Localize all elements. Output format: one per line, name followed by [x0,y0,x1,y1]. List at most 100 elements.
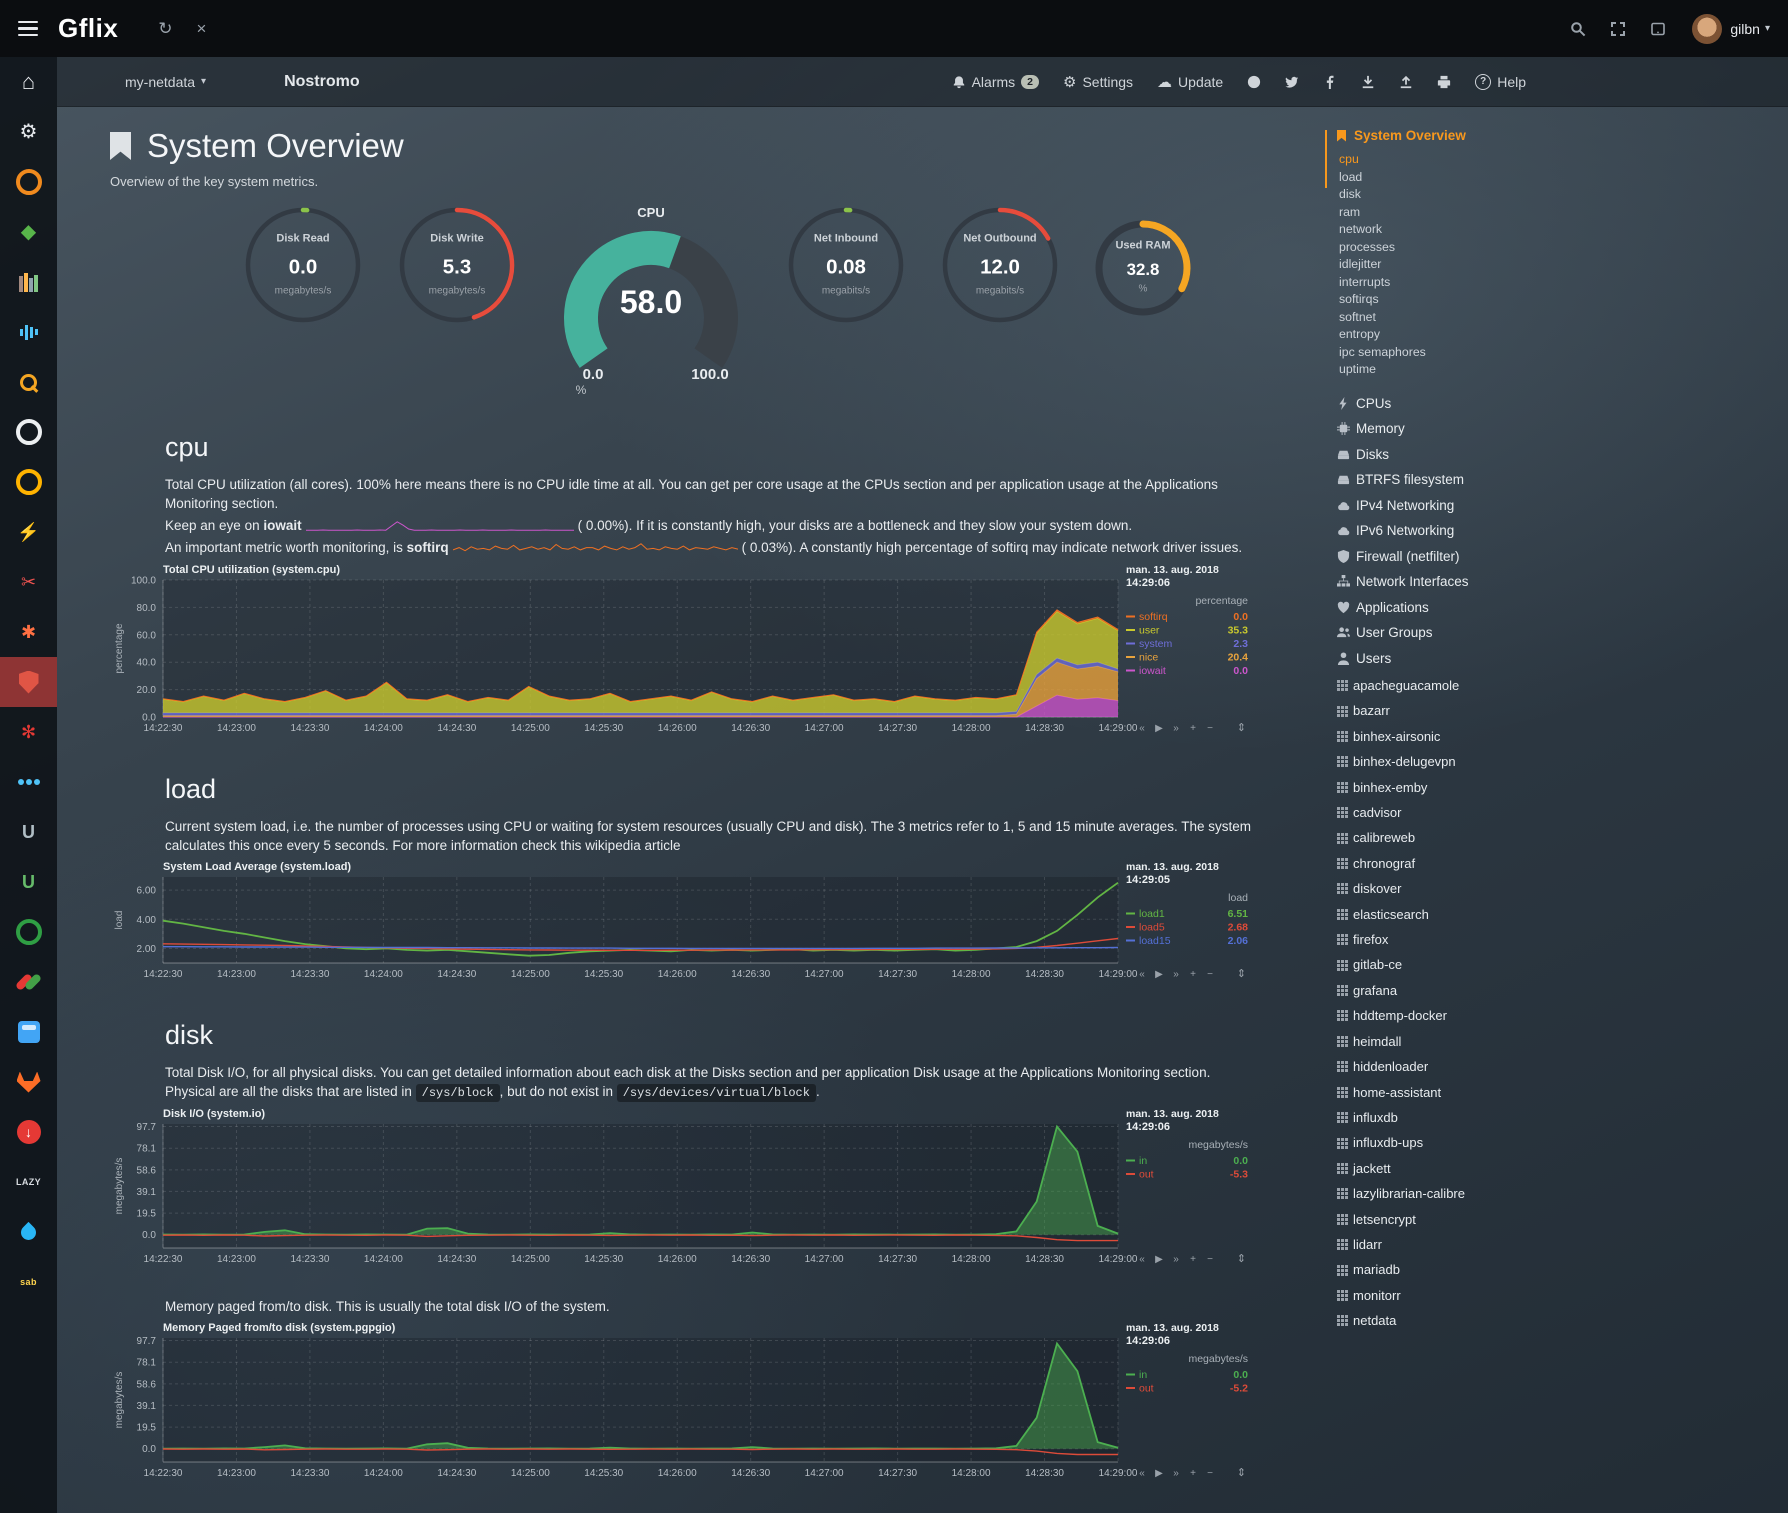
settings-gear-icon[interactable]: ⚙ [0,107,57,157]
toc-subitem-softnet[interactable]: softnet [1339,309,1765,327]
toc-app-jackett[interactable]: jackett [1325,1156,1765,1181]
toc-app-lazylibrarian-calibre[interactable]: lazylibrarian-calibre [1325,1181,1765,1206]
toc-app-calibreweb[interactable]: calibreweb [1325,825,1765,850]
toc-subitem-interrupts[interactable]: interrupts [1339,274,1765,292]
close-icon[interactable]: × [197,19,207,39]
devices-icon[interactable] [1650,21,1666,37]
cpu-utilization-chart[interactable]: 14:22:3014:23:0014:23:3014:24:0014:24:30… [110,564,1325,750]
toc-app-hddtemp-docker[interactable]: hddtemp-docker [1325,1003,1765,1028]
facebook-icon[interactable] [1323,75,1337,89]
blue-drop-app-icon[interactable] [0,1207,57,1257]
amber-ring-app-icon[interactable] [0,457,57,507]
toc-section-memory[interactable]: Memory [1325,416,1765,442]
red-shield-app-icon[interactable] [0,657,57,707]
toc-app-lidarr[interactable]: lidarr [1325,1232,1765,1257]
toc-app-apacheguacamole[interactable]: apacheguacamole [1325,673,1765,698]
toc-app-influxdb[interactable]: influxdb [1325,1105,1765,1130]
target-app-icon[interactable] [0,407,57,457]
toc-app-influxdb-ups[interactable]: influxdb-ups [1325,1130,1765,1155]
avatar[interactable] [1692,14,1722,44]
refresh-icon[interactable]: ↻ [158,19,172,39]
toc-subitem-entropy[interactable]: entropy [1339,326,1765,344]
toc-subitem-processes[interactable]: processes [1339,239,1765,257]
toc-subitem-network[interactable]: network [1339,221,1765,239]
toc-subitem-idlejitter[interactable]: idlejitter [1339,256,1765,274]
toc-section-network-interfaces[interactable]: Network Interfaces [1325,569,1765,595]
toc-section-disks[interactable]: Disks [1325,442,1765,468]
toc-subitem-uptime[interactable]: uptime [1339,361,1765,379]
toc-subitem-cpu[interactable]: cpu [1339,151,1765,169]
toc-app-home-assistant[interactable]: home-assistant [1325,1080,1765,1105]
toc-section-ipv6-networking[interactable]: IPv6 Networking [1325,518,1765,544]
net-inbound-gauge[interactable]: Net Inbound0.08megabits/s [784,203,908,332]
toc-app-chronograf[interactable]: chronograf [1325,851,1765,876]
toc-app-binhex-airsonic[interactable]: binhex-airsonic [1325,724,1765,749]
net-outbound-gauge[interactable]: Net Outbound12.0megabits/s [938,203,1062,332]
green-u-app-icon[interactable]: U [0,857,57,907]
lazylibrarian-logo[interactable]: LAZY [0,1157,57,1207]
pills-app-icon[interactable] [0,957,57,1007]
memory-paged-chart[interactable]: 14:22:3014:23:0014:23:3014:24:0014:24:30… [110,1322,1325,1495]
toc-subitem-disk[interactable]: disk [1339,186,1765,204]
toc-section-applications[interactable]: Applications [1325,595,1765,621]
hamburger-menu-icon[interactable] [18,21,38,37]
cpu-gauge[interactable]: CPU58.00.0100.0% [549,203,754,404]
alarms-button[interactable]: Alarms 2 [952,74,1039,90]
fullscreen-icon[interactable] [1610,21,1626,37]
toc-header-system-overview[interactable]: System Overview [1325,128,1765,143]
toc-app-letsencrypt[interactable]: letsencrypt [1325,1207,1765,1232]
print-icon[interactable] [1437,75,1451,89]
red-cluster-app-icon[interactable]: ✻ [0,707,57,757]
bolt-app-icon[interactable]: ⚡ [0,507,57,557]
orange-ring-app-icon[interactable] [0,157,57,207]
host-dropdown[interactable]: my-netdata▾ [125,74,206,90]
search-icon[interactable] [1570,21,1586,37]
toc-section-firewall-netfilter[interactable]: Firewall (netfilter) [1325,544,1765,570]
toc-app-netdata[interactable]: netdata [1325,1308,1765,1333]
books-app-icon[interactable] [0,257,57,307]
brand-nostromo[interactable]: Nostromo [284,73,360,91]
red-download-app-icon[interactable]: ↓ [0,1107,57,1157]
load-average-chart[interactable]: 14:22:3014:23:0014:23:3014:24:0014:24:30… [110,861,1325,996]
disk-io-chart[interactable]: 14:22:3014:23:0014:23:3014:24:0014:24:30… [110,1108,1325,1281]
update-button[interactable]: ☁ Update [1157,73,1223,91]
sab-logo[interactable]: sab [0,1257,57,1307]
gitlab-fox-app-icon[interactable] [0,1057,57,1107]
toc-app-heimdall[interactable]: heimdall [1325,1029,1765,1054]
home-icon[interactable]: ⌂ [0,57,57,107]
toc-section-user-groups[interactable]: User Groups [1325,620,1765,646]
disk-write-gauge[interactable]: Disk Write5.3megabytes/s [395,203,519,332]
toc-app-hiddenloader[interactable]: hiddenloader [1325,1054,1765,1079]
help-button[interactable]: ? Help [1475,74,1526,90]
toc-app-binhex-delugevpn[interactable]: binhex-delugevpn [1325,749,1765,774]
scissors-app-icon[interactable]: ✂ [0,557,57,607]
toc-app-diskover[interactable]: diskover [1325,876,1765,901]
toc-app-firefox[interactable]: firefox [1325,927,1765,952]
toc-subitem-load[interactable]: load [1339,169,1765,187]
download-icon[interactable] [1361,75,1375,89]
github-icon[interactable] [1247,75,1261,89]
toc-app-binhex-emby[interactable]: binhex-emby [1325,775,1765,800]
gray-u-app-icon[interactable]: U [0,807,57,857]
toc-section-ipv4-networking[interactable]: IPv4 Networking [1325,493,1765,519]
green-diamond-app-icon[interactable]: ◆ [0,207,57,257]
toc-app-mariadb[interactable]: mariadb [1325,1257,1765,1282]
toc-app-grafana[interactable]: grafana [1325,978,1765,1003]
toc-subitem-softirqs[interactable]: softirqs [1339,291,1765,309]
soundwave-app-icon[interactable] [0,307,57,357]
blue-window-app-icon[interactable] [0,1007,57,1057]
toc-app-cadvisor[interactable]: cadvisor [1325,800,1765,825]
toc-app-bazarr[interactable]: bazarr [1325,698,1765,723]
toc-section-users[interactable]: Users [1325,646,1765,672]
toc-app-monitorr[interactable]: monitorr [1325,1283,1765,1308]
blue-dots-app-icon[interactable] [0,757,57,807]
green-ring-app-icon[interactable] [0,907,57,957]
search-app-icon[interactable] [0,357,57,407]
used-ram-gauge[interactable]: Used RAM32.8% [1092,217,1194,324]
toc-section-btrfs-filesystem[interactable]: BTRFS filesystem [1325,467,1765,493]
upload-icon[interactable] [1399,75,1413,89]
disk-read-gauge[interactable]: Disk Read0.0megabytes/s [241,203,365,332]
user-menu[interactable]: gilbn▾ [1730,21,1770,37]
spider-app-icon[interactable]: ✱ [0,607,57,657]
twitter-icon[interactable] [1285,75,1299,89]
